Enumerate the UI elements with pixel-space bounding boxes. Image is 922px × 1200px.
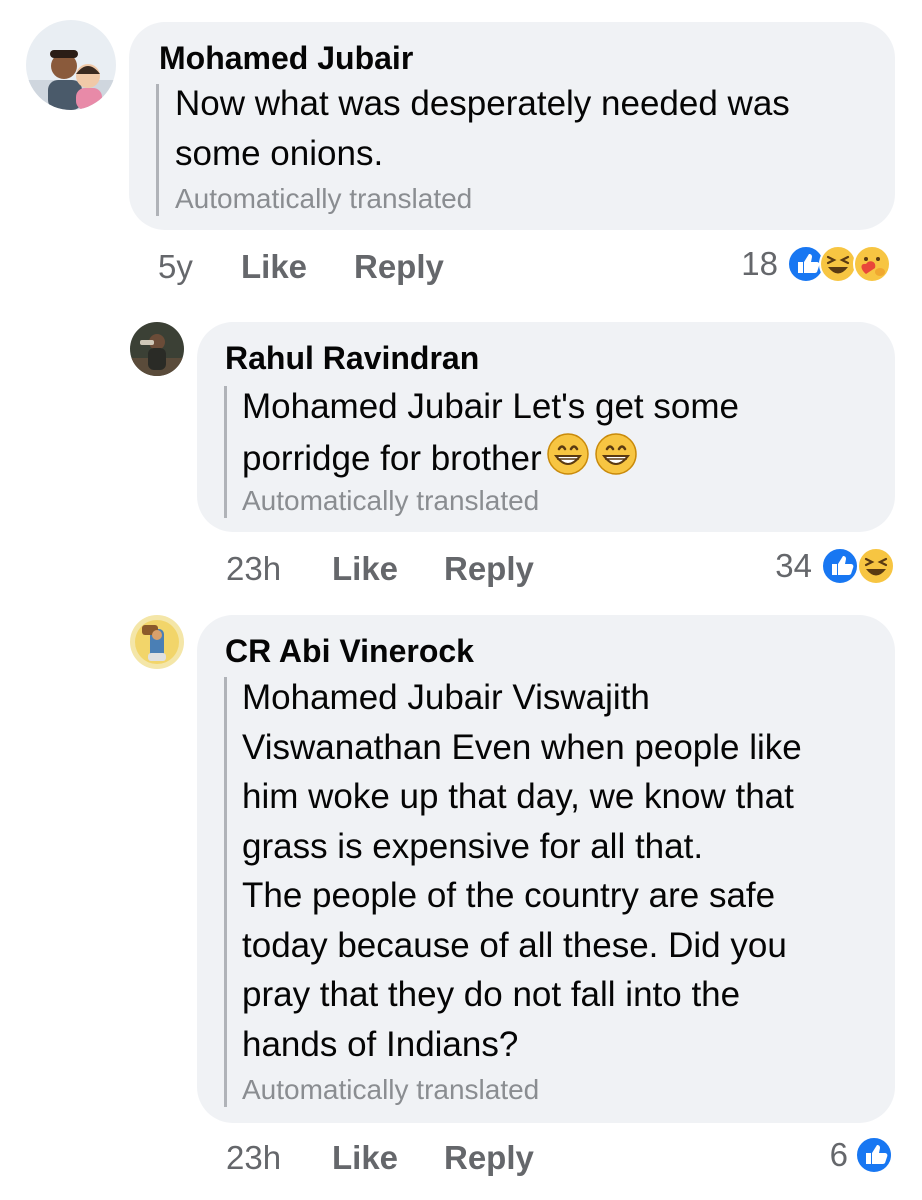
comment-text-line: grass is expensive for all that.	[242, 826, 704, 866]
like-button[interactable]: Like	[241, 247, 307, 287]
comment-text: Now what was desperately needed was some…	[175, 79, 790, 178]
translation-quote-bar	[224, 386, 227, 518]
comment-author[interactable]: CR Abi Vinerock	[225, 631, 474, 671]
grinning-face-icon	[594, 432, 638, 490]
comment-text-line: Viswanathan Even when people like	[242, 727, 802, 767]
reaction-count[interactable]: 6	[830, 1135, 848, 1175]
reply-button[interactable]: Reply	[354, 247, 444, 287]
reactions-summary[interactable]	[854, 1135, 896, 1175]
auto-translated-label[interactable]: Automatically translated	[242, 484, 539, 518]
avatar-rahul-ravindran[interactable]	[130, 322, 184, 376]
like-button[interactable]: Like	[332, 1138, 398, 1178]
reaction-count[interactable]: 34	[775, 546, 812, 586]
comment-timestamp[interactable]: 5y	[158, 247, 193, 287]
grinning-face-icon	[546, 432, 590, 490]
comment-author[interactable]: Rahul Ravindran	[225, 338, 479, 378]
comment-timestamp[interactable]: 23h	[226, 1138, 281, 1178]
avatar-cr-abi-vinerock[interactable]	[130, 615, 184, 669]
comment-text-line: some onions.	[175, 133, 384, 173]
like-button[interactable]: Like	[332, 549, 398, 589]
auto-translated-label[interactable]: Automatically translated	[175, 182, 472, 216]
comment-text-line: today because of all these. Did you	[242, 925, 787, 965]
comment-author[interactable]: Mohamed Jubair	[159, 38, 413, 78]
laugh-icon	[857, 547, 895, 585]
comment-text-line: Mohamed Jubair Viswajith	[242, 678, 650, 717]
avatar-mohamed-jubair[interactable]	[26, 20, 116, 110]
comment-text: Mohamed Jubair Let's get some porridge f…	[242, 382, 739, 489]
care-icon	[853, 245, 891, 283]
reply-button[interactable]: Reply	[444, 1138, 534, 1178]
comment-text-line: him woke up that day, we know that	[242, 777, 794, 816]
like-icon	[821, 547, 859, 585]
auto-translated-label[interactable]: Automatically translated	[242, 1073, 539, 1107]
translation-quote-bar	[224, 677, 227, 1107]
reply-button[interactable]: Reply	[444, 549, 534, 589]
reaction-count[interactable]: 18	[741, 244, 778, 284]
comment-bubble[interactable]: CR Abi Vinerock Mohamed Jubair Viswajith…	[197, 615, 895, 1123]
comment-text-line: porridge for brother	[242, 438, 542, 478]
like-icon	[787, 245, 825, 283]
comment-text-line: hands of Indians?	[242, 1024, 519, 1064]
comment-text-line: Mohamed Jubair Let's get some	[242, 387, 739, 426]
comment-bubble[interactable]: Mohamed Jubair Now what was desperately …	[129, 22, 895, 230]
laugh-icon	[819, 245, 857, 283]
comment-text-line: Now what was desperately needed was	[175, 84, 790, 123]
comment-text-line: pray that they do not fall into the	[242, 975, 741, 1014]
comment-timestamp[interactable]: 23h	[226, 549, 281, 589]
translation-quote-bar	[156, 84, 159, 216]
comment-text-line-with-emoji: porridge for brother	[242, 432, 739, 490]
reactions-summary[interactable]	[820, 546, 898, 586]
like-icon	[855, 1136, 893, 1174]
comment-bubble[interactable]: Rahul Ravindran Mohamed Jubair Let's get…	[197, 322, 895, 532]
comment-text: Mohamed Jubair Viswajith Viswanathan Eve…	[242, 673, 802, 1069]
reactions-summary[interactable]	[786, 244, 898, 284]
comment-text-line: The people of the country are safe	[242, 876, 776, 915]
